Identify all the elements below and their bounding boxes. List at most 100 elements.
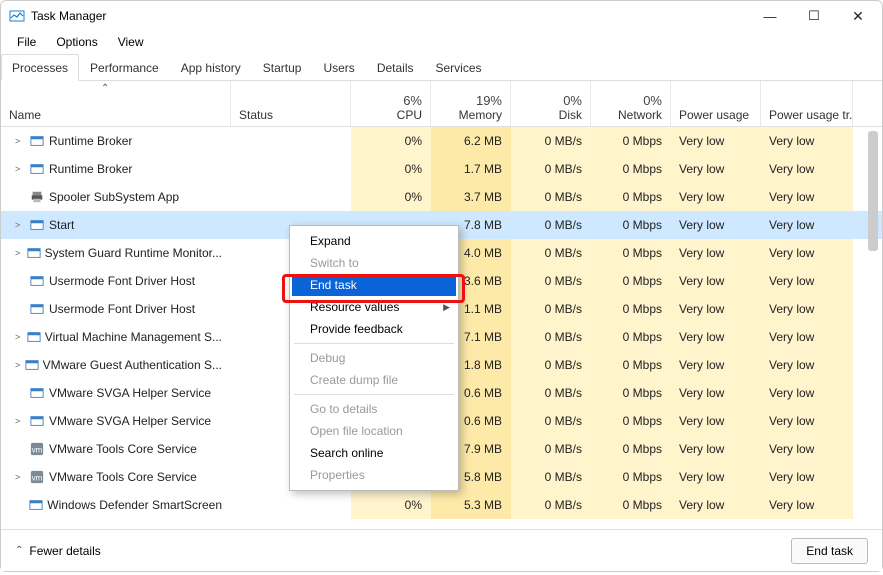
expand-icon[interactable]: >: [15, 472, 25, 482]
expand-icon[interactable]: >: [15, 136, 25, 146]
tab-details[interactable]: Details: [366, 54, 425, 81]
menu-file[interactable]: File: [7, 33, 46, 51]
process-network: 0 Mbps: [591, 407, 671, 435]
process-power-trend: Very low: [761, 295, 853, 323]
process-name-cell: >VMware Guest Authentication S...: [1, 351, 231, 379]
process-disk: 0 MB/s: [511, 267, 591, 295]
maximize-button[interactable]: ☐: [792, 2, 836, 30]
vertical-scrollbar[interactable]: [866, 81, 880, 529]
ctx-search-online[interactable]: Search online: [292, 442, 456, 464]
process-power: Very low: [671, 379, 761, 407]
tab-services[interactable]: Services: [425, 54, 493, 81]
process-disk: 0 MB/s: [511, 407, 591, 435]
process-row[interactable]: Spooler SubSystem App0%3.7 MB0 MB/s0 Mbp…: [1, 183, 882, 211]
chevron-right-icon: ▶: [443, 302, 450, 313]
process-power: Very low: [671, 295, 761, 323]
tab-processes[interactable]: Processes: [1, 54, 79, 81]
process-icon: [25, 357, 39, 373]
process-power: Very low: [671, 211, 761, 239]
col-name[interactable]: ⌃ Name: [1, 81, 231, 126]
process-name-cell: >System Guard Runtime Monitor...: [1, 239, 231, 267]
process-network: 0 Mbps: [591, 239, 671, 267]
expand-icon[interactable]: >: [15, 248, 23, 258]
menu-view[interactable]: View: [108, 33, 154, 51]
process-disk: 0 MB/s: [511, 351, 591, 379]
process-network: 0 Mbps: [591, 435, 671, 463]
process-power-trend: Very low: [761, 491, 853, 519]
process-icon: [28, 497, 43, 513]
process-disk: 0 MB/s: [511, 127, 591, 155]
process-network: 0 Mbps: [591, 463, 671, 491]
col-power-usage[interactable]: Power usage: [671, 81, 761, 126]
expand-icon[interactable]: >: [15, 332, 23, 342]
process-row[interactable]: >Runtime Broker0%1.7 MB0 MB/s0 MbpsVery …: [1, 155, 882, 183]
process-name-cell: >vmVMware Tools Core Service: [1, 463, 231, 491]
tabs: Processes Performance App history Startu…: [1, 53, 882, 81]
process-name: Usermode Font Driver Host: [49, 274, 195, 288]
process-network: 0 Mbps: [591, 295, 671, 323]
ctx-resource-values[interactable]: Resource values▶: [292, 296, 456, 318]
process-disk: 0 MB/s: [511, 435, 591, 463]
process-power: Very low: [671, 407, 761, 435]
process-name-cell: > VMware SVGA Helper Service: [1, 407, 231, 435]
process-power-trend: Very low: [761, 351, 853, 379]
col-power-usage-trend[interactable]: Power usage tr...: [761, 81, 853, 126]
process-name: VMware SVGA Helper Service: [49, 414, 211, 428]
process-icon: [29, 273, 45, 289]
process-power-trend: Very low: [761, 155, 853, 183]
end-task-button[interactable]: End task: [791, 538, 868, 564]
menu-options[interactable]: Options: [46, 33, 107, 51]
process-name-cell: >Runtime Broker: [1, 127, 231, 155]
col-cpu[interactable]: 6%CPU: [351, 81, 431, 126]
expand-icon[interactable]: >: [15, 164, 25, 174]
app-icon: [9, 8, 25, 24]
process-row[interactable]: >Runtime Broker0%6.2 MB0 MB/s0 MbpsVery …: [1, 127, 882, 155]
process-icon: [29, 133, 45, 149]
scrollbar-thumb[interactable]: [868, 131, 878, 251]
tab-performance[interactable]: Performance: [79, 54, 170, 81]
expand-icon[interactable]: >: [15, 220, 25, 230]
process-name-cell: > Start: [1, 211, 231, 239]
context-menu: Expand Switch to End task Resource value…: [289, 225, 459, 491]
process-network: 0 Mbps: [591, 323, 671, 351]
tab-startup[interactable]: Startup: [252, 54, 313, 81]
tab-users[interactable]: Users: [312, 54, 365, 81]
process-row[interactable]: Windows Defender SmartScreen0%5.3 MB0 MB…: [1, 491, 882, 519]
process-network: 0 Mbps: [591, 351, 671, 379]
process-name: Start: [49, 218, 74, 232]
ctx-end-task[interactable]: End task: [292, 274, 456, 296]
process-power: Very low: [671, 323, 761, 351]
process-icon: [27, 245, 41, 261]
titlebar: Task Manager — ☐ ✕: [1, 1, 882, 31]
footer: ⌃ Fewer details End task: [1, 529, 882, 571]
process-icon: [29, 385, 45, 401]
process-disk: 0 MB/s: [511, 491, 591, 519]
col-memory[interactable]: 19%Memory: [431, 81, 511, 126]
expand-icon[interactable]: >: [15, 416, 25, 426]
minimize-button[interactable]: —: [748, 2, 792, 30]
process-disk: 0 MB/s: [511, 379, 591, 407]
ctx-expand[interactable]: Expand: [292, 230, 456, 252]
process-memory: 1.7 MB: [431, 155, 511, 183]
process-memory: 5.3 MB: [431, 491, 511, 519]
ctx-separator: [294, 394, 454, 395]
process-name: Runtime Broker: [49, 162, 132, 176]
process-disk: 0 MB/s: [511, 239, 591, 267]
process-name-cell: Usermode Font Driver Host: [1, 267, 231, 295]
process-name: VMware SVGA Helper Service: [49, 386, 211, 400]
col-status[interactable]: Status: [231, 81, 351, 126]
process-power-trend: Very low: [761, 435, 853, 463]
process-icon: [29, 189, 45, 205]
fewer-details-button[interactable]: ⌃ Fewer details: [15, 544, 101, 558]
tab-app-history[interactable]: App history: [170, 54, 252, 81]
ctx-provide-feedback[interactable]: Provide feedback: [292, 318, 456, 340]
close-button[interactable]: ✕: [836, 2, 880, 30]
process-disk: 0 MB/s: [511, 323, 591, 351]
expand-icon[interactable]: >: [15, 360, 21, 370]
process-power: Very low: [671, 155, 761, 183]
col-disk[interactable]: 0%Disk: [511, 81, 591, 126]
col-network[interactable]: 0%Network: [591, 81, 671, 126]
process-icon: [27, 329, 41, 345]
ctx-properties: Properties: [292, 464, 456, 486]
svg-text:vm: vm: [32, 445, 43, 454]
